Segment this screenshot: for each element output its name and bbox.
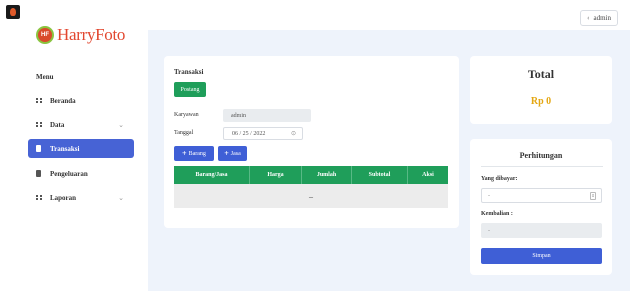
plus-icon: + <box>182 148 187 158</box>
logo-badge-icon: HF <box>36 26 54 44</box>
user-menu-button[interactable]: ‹ admin <box>580 10 618 26</box>
total-value: Rp 0 <box>530 96 552 107</box>
add-barang-button[interactable]: + Barang <box>174 146 214 161</box>
items-table-header: Barang/Jasa Harga Jumlah Subtotal Aksi <box>174 166 448 184</box>
total-title: Total <box>527 67 555 81</box>
chevron-left-icon: ‹ <box>587 14 590 22</box>
kembalian-value: - <box>488 227 490 234</box>
sidebar-item-laporan[interactable]: Laporan ⌄ <box>28 188 134 207</box>
sidebar <box>0 30 148 291</box>
empty-row-text: – <box>309 191 313 201</box>
add-barang-label: Barang <box>188 150 206 157</box>
brand-logo[interactable]: HF HarryFoto <box>36 25 125 45</box>
col-subtotal: Subtotal <box>352 166 408 184</box>
add-jasa-label: Jasa <box>230 150 241 157</box>
posting-button[interactable]: Postang <box>174 82 206 97</box>
col-jumlah: Jumlah <box>302 166 352 184</box>
tanggal-value: 06 / 25 / 2022 <box>232 130 266 137</box>
sidebar-item-data[interactable]: Data ⌄ <box>28 115 134 134</box>
dibayar-label: Yang dibayar: <box>481 176 518 182</box>
dibayar-value: - <box>488 192 490 199</box>
col-barang-jasa: Barang/Jasa <box>174 166 250 184</box>
kembalian-field: - <box>481 223 602 238</box>
sidebar-item-pengeluaran[interactable]: Pengeluaran <box>28 164 134 183</box>
table-row: – <box>174 184 448 208</box>
sidebar-item-label: Pengeluaran <box>50 169 88 178</box>
grid-icon <box>36 194 42 201</box>
tanggal-field[interactable]: 06 / 25 / 2022 ⊙ <box>223 127 303 140</box>
plus-icon: + <box>224 148 229 158</box>
divider <box>481 166 603 167</box>
simpan-button[interactable]: Simpan <box>481 248 602 264</box>
sidebar-title: Menu <box>36 73 54 81</box>
grid-icon <box>36 97 42 104</box>
user-label: admin <box>593 14 612 22</box>
col-harga: Harga <box>250 166 302 184</box>
number-spinner-icon[interactable]: ⇕ <box>590 191 596 200</box>
karyawan-field[interactable]: admin <box>223 109 311 122</box>
document-icon <box>36 145 41 152</box>
sidebar-item-beranda[interactable]: Beranda <box>28 91 134 110</box>
sidebar-item-transaksi[interactable]: Transaksi <box>28 139 134 158</box>
karyawan-label: Karyawan <box>174 112 199 118</box>
dibayar-input[interactable]: - ⇕ <box>481 188 602 203</box>
document-icon <box>36 170 41 177</box>
tanggal-label: Tanggal <box>174 130 194 136</box>
sidebar-item-label: Data <box>50 120 65 129</box>
app-favicon-icon <box>6 5 20 19</box>
grid-icon <box>36 121 42 128</box>
calendar-icon[interactable]: ⊙ <box>291 130 296 137</box>
add-jasa-button[interactable]: + Jasa <box>218 146 247 161</box>
app: ‹ admin HF HarryFoto Menu Beranda Data ⌄… <box>0 0 630 291</box>
kembalian-label: Kembalian : <box>481 211 513 217</box>
chevron-down-icon: ⌄ <box>118 120 124 129</box>
sidebar-item-label: Transaksi <box>50 144 80 153</box>
sidebar-item-label: Beranda <box>50 96 76 105</box>
brand-name: HarryFoto <box>57 25 126 44</box>
chevron-down-icon: ⌄ <box>118 193 124 202</box>
sidebar-item-label: Laporan <box>50 193 77 202</box>
transaksi-title: Transaksi <box>174 68 204 76</box>
col-aksi: Aksi <box>422 172 434 178</box>
perhitungan-title: Perhitungan <box>519 151 563 160</box>
